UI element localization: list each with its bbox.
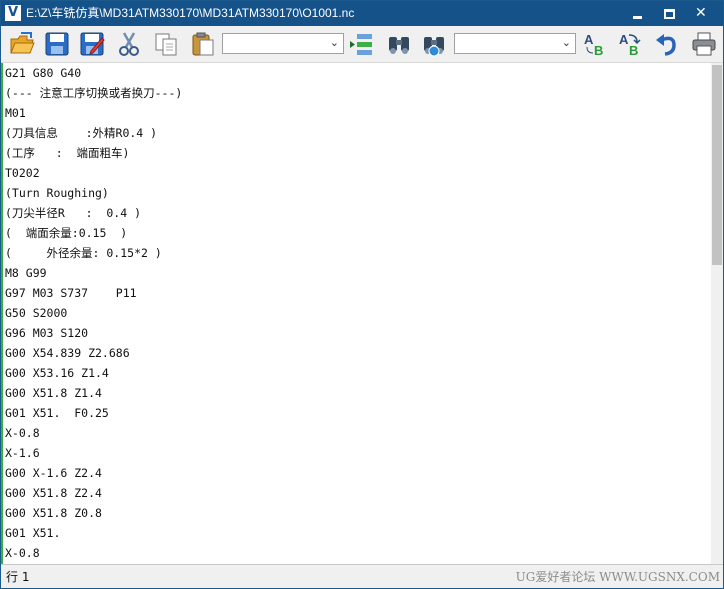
print-button[interactable] — [690, 30, 718, 58]
paste-button[interactable] — [189, 30, 217, 58]
app-icon: V — [5, 5, 21, 21]
binoculars-icon — [389, 37, 409, 54]
close-button[interactable]: ✕ — [685, 1, 717, 26]
minimize-icon — [633, 16, 642, 19]
code-line[interactable]: (刀具信息 :外精R0.4 ) — [5, 123, 157, 143]
code-line[interactable]: X-1.6 — [5, 443, 40, 463]
undo-button[interactable] — [653, 30, 681, 58]
watermark: UG爱好者论坛 WWW.UGSNX.COM — [515, 570, 720, 584]
code-line[interactable]: G96 M03 S120 — [5, 323, 88, 343]
code-line[interactable]: (工序 : 端面粗车) — [5, 143, 129, 163]
title-bar[interactable]: V E:\Z\车铣仿真\MD31ATM330170\MD31ATM330170\… — [1, 1, 723, 26]
save-button[interactable] — [43, 30, 71, 58]
code-line[interactable]: ( 外径余量: 0.15*2 ) — [5, 243, 162, 263]
code-line[interactable]: X-0.8 — [5, 543, 40, 563]
copy-button[interactable] — [152, 30, 180, 58]
chevron-down-icon: ⌄ — [561, 36, 571, 49]
print-icon — [692, 32, 716, 56]
svg-text:A: A — [619, 32, 629, 47]
close-icon: ✕ — [695, 5, 707, 21]
font-button[interactable]: A B — [581, 30, 609, 58]
status-bar: 行 1 UG爱好者论坛 WWW.UGSNX.COM — [1, 564, 723, 588]
code-line[interactable]: M01 — [5, 103, 26, 123]
save-as-icon — [80, 32, 105, 56]
code-line[interactable]: (--- 注意工序切换或者换刀---) — [5, 83, 182, 103]
goto-line-icon — [350, 34, 372, 55]
code-line[interactable]: G00 X-1.6 Z2.4 — [5, 463, 102, 483]
code-line[interactable]: (刀尖半径R : 0.4 ) — [5, 203, 141, 223]
open-button[interactable] — [8, 30, 36, 58]
save-icon — [45, 32, 69, 56]
toolbar-combo-right[interactable]: ⌄ — [454, 33, 576, 54]
find-button[interactable] — [385, 30, 413, 58]
toolbar-combo-left[interactable]: ⌄ — [222, 33, 344, 54]
code-line[interactable]: G00 X54.839 Z2.686 — [5, 343, 130, 363]
chevron-down-icon: ⌄ — [329, 36, 339, 49]
code-line[interactable]: G50 S2000 — [5, 303, 67, 323]
code-line[interactable]: T0202 — [5, 163, 40, 183]
cursor-position: 行 1 — [6, 570, 30, 584]
code-editor[interactable]: G21 G80 G40 (--- 注意工序切换或者换刀---) M01 (刀具信息 :… — [1, 63, 711, 564]
code-line[interactable]: ( 端面余量:0.15 ) — [5, 223, 127, 243]
find-next-icon — [424, 37, 444, 57]
scrollbar-thumb[interactable] — [712, 65, 722, 265]
maximize-button[interactable] — [653, 1, 685, 26]
code-line[interactable]: G21 G80 G40 — [5, 63, 81, 83]
svg-text:B: B — [594, 43, 603, 57]
svg-text:B: B — [629, 43, 638, 57]
find-next-button[interactable] — [420, 30, 448, 58]
code-line[interactable]: G00 X53.16 Z1.4 — [5, 363, 109, 383]
cut-button[interactable] — [115, 30, 143, 58]
copy-icon — [155, 33, 177, 56]
replace-icon: A B — [619, 32, 641, 57]
vertical-scrollbar[interactable] — [711, 63, 723, 564]
code-line[interactable]: G97 M03 S737 P11 — [5, 283, 137, 303]
code-line[interactable]: G00 X51.8 Z0.8 — [5, 503, 102, 523]
code-line[interactable]: M8 G99 — [5, 263, 47, 283]
replace-button[interactable]: A B — [616, 30, 644, 58]
code-line[interactable]: (Turn Roughing) — [5, 183, 109, 203]
open-folder-icon — [10, 32, 35, 54]
code-line[interactable]: G00 X51.8 Z1.4 — [5, 383, 102, 403]
undo-icon — [656, 34, 676, 56]
font-icon: A B — [584, 32, 603, 57]
code-line[interactable]: G01 X51. — [5, 523, 60, 543]
code-line[interactable]: G01 X51. F0.25 — [5, 403, 109, 423]
save-as-button[interactable] — [78, 30, 106, 58]
code-line[interactable]: G00 X51.8 Z2.4 — [5, 483, 102, 503]
paste-icon — [192, 32, 214, 56]
svg-text:A: A — [584, 32, 594, 47]
code-line[interactable]: X-0.8 — [5, 423, 40, 443]
window-title: E:\Z\车铣仿真\MD31ATM330170\MD31ATM330170\O1… — [26, 6, 355, 20]
toolbar: ⌄ ⌄ A B A B — [1, 26, 723, 63]
minimize-button[interactable] — [621, 1, 653, 26]
cut-icon — [119, 32, 139, 56]
maximize-icon — [664, 9, 675, 19]
goto-line-button[interactable] — [348, 30, 376, 58]
editor-window: V E:\Z\车铣仿真\MD31ATM330170\MD31ATM330170\… — [0, 0, 724, 589]
